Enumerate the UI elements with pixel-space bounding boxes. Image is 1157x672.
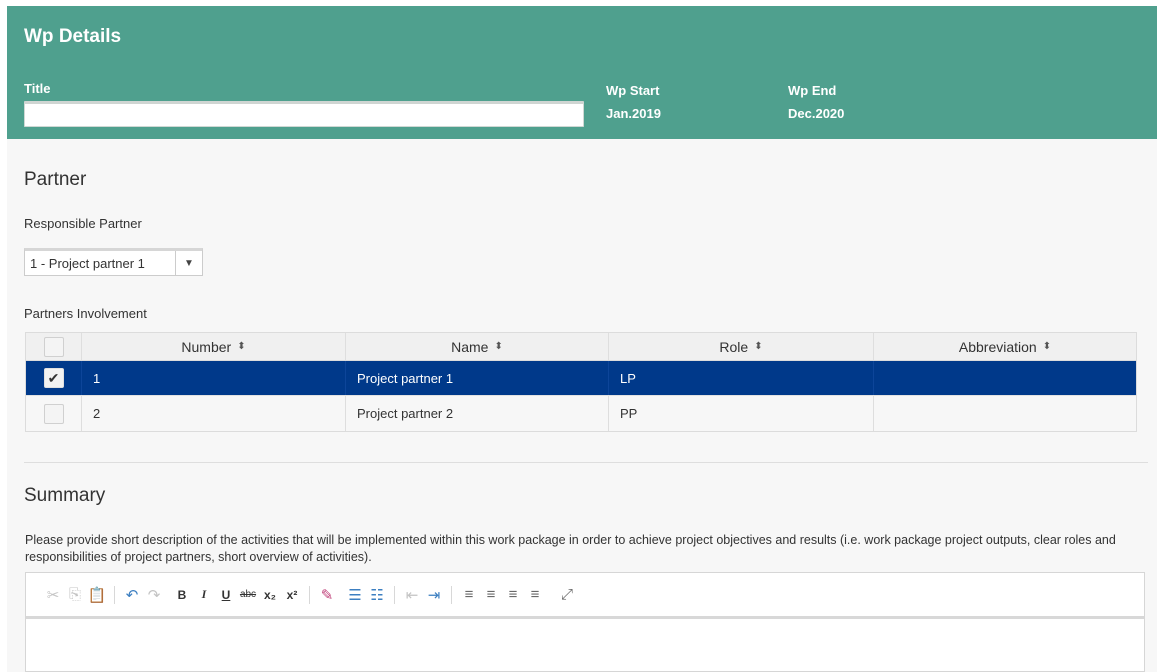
cell-role: LP bbox=[609, 361, 874, 395]
cell-role: PP bbox=[609, 396, 874, 431]
subscript-button[interactable]: x₂ bbox=[259, 584, 281, 606]
column-header-abbreviation[interactable]: Abbreviation ⬍ bbox=[874, 333, 1136, 360]
copy-icon[interactable]: ⎘ bbox=[64, 584, 86, 606]
bold-button[interactable]: B bbox=[171, 584, 193, 606]
table-row[interactable]: 2 Project partner 2 PP bbox=[26, 396, 1136, 431]
column-header-label: Role bbox=[719, 338, 749, 355]
justify-icon[interactable]: ≡ bbox=[524, 584, 546, 606]
title-input[interactable] bbox=[24, 101, 584, 127]
sort-icon: ⬍ bbox=[754, 341, 763, 352]
wp-details-header: Wp Details Title Wp Start Jan.2019 Wp En… bbox=[7, 6, 1157, 139]
cell-abbreviation bbox=[874, 361, 1136, 395]
dropdown-toggle-button[interactable]: ▼ bbox=[175, 251, 202, 275]
align-right-icon[interactable]: ≡ bbox=[502, 584, 524, 606]
outdent-icon[interactable]: ⇤ bbox=[401, 584, 423, 606]
toolbar-separator bbox=[451, 585, 452, 604]
row-select-cell bbox=[26, 396, 82, 431]
select-all-cell bbox=[26, 333, 82, 360]
bulleted-list-icon[interactable]: ☷ bbox=[366, 584, 388, 606]
summary-description: Please provide short description of the … bbox=[25, 533, 1116, 564]
editor-toolbar: ✂ ⎘ 📋 ↶ ↷ B I U abc x₂ x² ✎ ☰ ☷ ⇤ ⇥ ≡ ≡ … bbox=[26, 573, 1144, 619]
toolbar-separator bbox=[394, 585, 395, 604]
column-header-number[interactable]: Number ⬍ bbox=[82, 333, 346, 360]
cell-name: Project partner 2 bbox=[346, 396, 609, 431]
row-checkbox[interactable]: ✔ bbox=[43, 368, 64, 388]
title-label: Title bbox=[24, 81, 51, 96]
undo-icon[interactable]: ↶ bbox=[121, 584, 143, 606]
redo-icon[interactable]: ↷ bbox=[143, 584, 165, 606]
checkmark-icon: ✔ bbox=[47, 369, 60, 386]
responsible-partner-label: Responsible Partner bbox=[24, 216, 142, 231]
sort-icon: ⬍ bbox=[237, 341, 246, 352]
column-header-label: Abbreviation bbox=[958, 338, 1037, 355]
partners-table: Number ⬍ Name ⬍ Role ⬍ Abbreviation ⬍ ✔ 1 Pr… bbox=[25, 332, 1137, 432]
cut-icon[interactable]: ✂ bbox=[42, 584, 64, 606]
cell-name: Project partner 1 bbox=[346, 361, 609, 395]
column-header-role[interactable]: Role ⬍ bbox=[609, 333, 874, 360]
toolbar-separator bbox=[309, 585, 310, 604]
superscript-button[interactable]: x² bbox=[281, 584, 303, 606]
partners-involvement-label: Partners Involvement bbox=[24, 306, 147, 321]
strikethrough-button[interactable]: abc bbox=[237, 584, 259, 606]
wp-start-label: Wp Start bbox=[606, 83, 660, 98]
sort-icon: ⬍ bbox=[1042, 341, 1052, 352]
partner-section-title: Partner bbox=[24, 169, 87, 190]
table-row[interactable]: ✔ 1 Project partner 1 LP bbox=[26, 361, 1136, 396]
align-center-icon[interactable]: ≡ bbox=[480, 584, 502, 606]
summary-section-title: Summary bbox=[24, 485, 106, 506]
row-select-cell: ✔ bbox=[26, 361, 82, 395]
page: Wp Details Title Wp Start Jan.2019 Wp En… bbox=[7, 6, 1157, 672]
select-all-checkbox[interactable] bbox=[43, 336, 64, 357]
table-header-row: Number ⬍ Name ⬍ Role ⬍ Abbreviation ⬍ bbox=[26, 333, 1136, 361]
maximize-icon[interactable]: ⤢ bbox=[556, 584, 578, 606]
paste-text-icon[interactable]: 📋 bbox=[86, 584, 108, 606]
cell-number: 1 bbox=[82, 361, 346, 395]
indent-icon[interactable]: ⇥ bbox=[423, 584, 445, 606]
wp-end-value: Dec.2020 bbox=[788, 106, 845, 121]
italic-button[interactable]: I bbox=[193, 584, 215, 606]
responsible-partner-value: 1 - Project partner 1 bbox=[30, 255, 145, 271]
column-header-name[interactable]: Name ⬍ bbox=[346, 333, 609, 360]
cell-number: 2 bbox=[82, 396, 346, 431]
responsible-partner-select[interactable]: 1 - Project partner 1 ▼ bbox=[24, 248, 203, 276]
page-title: Wp Details bbox=[24, 26, 122, 47]
align-left-icon[interactable]: ≡ bbox=[458, 584, 480, 606]
summary-rich-text-editor[interactable]: ✂ ⎘ 📋 ↶ ↷ B I U abc x₂ x² ✎ ☰ ☷ ⇤ ⇥ ≡ ≡ … bbox=[25, 572, 1145, 672]
cell-abbreviation bbox=[874, 396, 1136, 431]
caret-down-icon: ▼ bbox=[184, 257, 194, 269]
remove-format-icon[interactable]: ✎ bbox=[316, 584, 338, 606]
toolbar-separator bbox=[114, 585, 115, 604]
wp-end-label: Wp End bbox=[788, 83, 837, 98]
column-header-label: Name bbox=[451, 338, 489, 355]
section-divider bbox=[24, 462, 1148, 463]
underline-button[interactable]: U bbox=[215, 584, 237, 606]
row-checkbox[interactable] bbox=[43, 403, 64, 424]
wp-start-value: Jan.2019 bbox=[606, 106, 661, 121]
numbered-list-icon[interactable]: ☰ bbox=[344, 584, 366, 606]
sort-icon: ⬍ bbox=[494, 341, 503, 352]
column-header-label: Number bbox=[181, 338, 232, 355]
